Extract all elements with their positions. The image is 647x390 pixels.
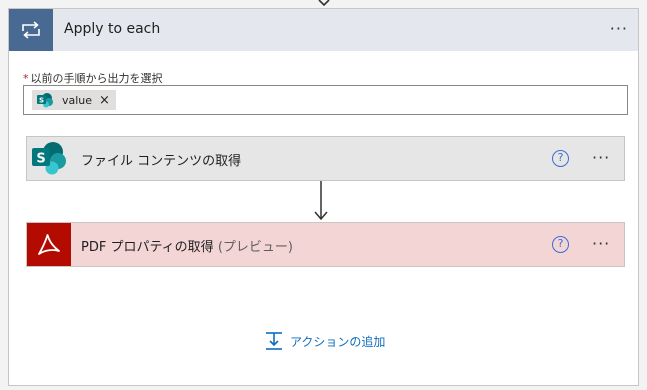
value-token[interactable]: S value ×	[32, 90, 116, 110]
get-pdf-properties-title: PDF プロパティの取得 (プレビュー)	[81, 236, 293, 255]
action-title-text: PDF プロパティの取得	[81, 240, 214, 255]
preview-tag: (プレビュー)	[217, 240, 293, 255]
get-file-content-action[interactable]: S ファイル コンテンツの取得 ? ···	[26, 136, 625, 181]
get-file-content-title: ファイル コンテンツの取得	[81, 150, 241, 169]
remove-token-icon[interactable]: ×	[99, 94, 110, 107]
add-action-button[interactable]: アクションの追加	[264, 331, 385, 351]
value-token-label: value	[62, 93, 93, 107]
select-output-input[interactable]: S value ×	[23, 85, 628, 115]
add-action-icon	[266, 332, 282, 350]
get-pdf-properties-action[interactable]: PDF プロパティの取得 (プレビュー) ? ···	[26, 222, 625, 267]
loop-more-menu-icon[interactable]: ···	[610, 21, 628, 37]
help-icon[interactable]: ?	[552, 150, 569, 167]
loop-icon	[9, 9, 53, 51]
help-icon[interactable]: ?	[552, 236, 569, 253]
action-more-menu-icon[interactable]: ···	[592, 236, 610, 252]
action-more-menu-icon[interactable]: ···	[592, 150, 610, 166]
adobe-acrobat-icon	[27, 223, 71, 266]
select-output-label: * 以前の手順から出力を選択	[23, 70, 163, 86]
action-title-text: ファイル コンテンツの取得	[81, 154, 242, 169]
select-output-label-text: 以前の手順から出力を選択	[30, 72, 163, 85]
svg-text:S: S	[39, 97, 44, 105]
svg-text:S: S	[36, 151, 45, 166]
connector-arrow-icon	[314, 181, 328, 221]
loop-title: Apply to each	[64, 21, 161, 37]
apply-to-each-card: Apply to each ··· * 以前の手順から出力を選択 S value …	[8, 8, 639, 386]
loop-header[interactable]: Apply to each ···	[9, 9, 638, 51]
incoming-arrow-icon	[318, 0, 330, 6]
required-mark: *	[23, 72, 29, 85]
sharepoint-icon: S	[36, 92, 54, 108]
sharepoint-icon: S	[27, 137, 71, 180]
add-action-label: アクションの追加	[290, 334, 386, 349]
